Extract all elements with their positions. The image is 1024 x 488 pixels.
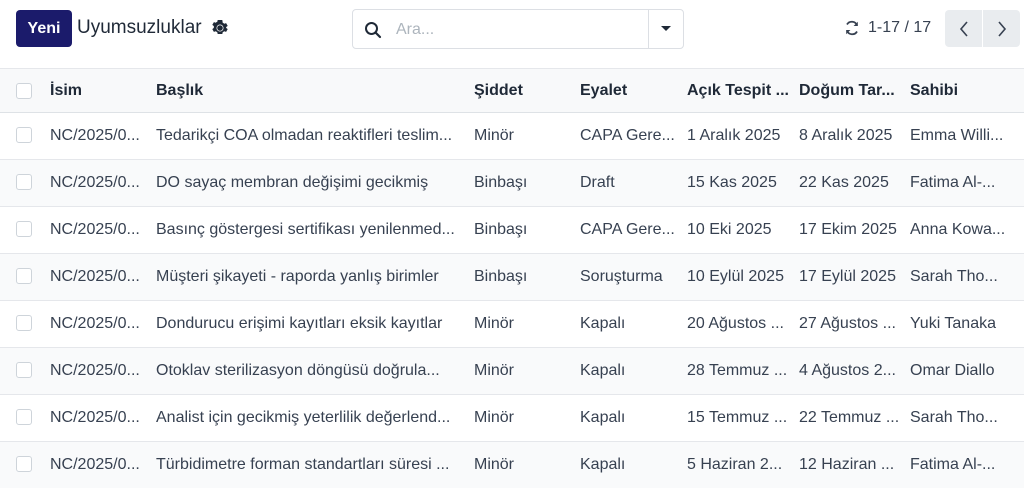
cell-due-date: 17 Eylül 2025 bbox=[799, 268, 896, 285]
row-checkbox[interactable] bbox=[16, 315, 32, 331]
pager-next-button[interactable] bbox=[983, 10, 1020, 47]
cell-owner: Sarah Tho... bbox=[910, 268, 998, 285]
cell-due-date: 8 Aralık 2025 bbox=[799, 127, 893, 144]
cell-name: NC/2025/0... bbox=[50, 221, 140, 238]
cell-title: Basınç göstergesi sertifikası yenilenmed… bbox=[156, 221, 455, 238]
cell-open-date: 28 Temmuz ... bbox=[687, 362, 788, 379]
cell-open-date: 5 Haziran 2... bbox=[687, 456, 783, 473]
row-checkbox[interactable] bbox=[16, 127, 32, 143]
cell-owner: Emma Willi... bbox=[910, 127, 1004, 144]
cell-state: CAPA Gere... bbox=[580, 221, 675, 238]
row-checkbox[interactable] bbox=[16, 268, 32, 284]
search-options-toggle[interactable] bbox=[648, 10, 683, 48]
table-row[interactable]: NC/2025/0... Türbidimetre forman standar… bbox=[0, 442, 1024, 488]
cell-state: Kapalı bbox=[580, 456, 626, 473]
column-header-name[interactable]: İsim bbox=[50, 82, 82, 100]
search-icon bbox=[364, 21, 382, 39]
refresh-icon[interactable] bbox=[844, 20, 860, 36]
pager-value[interactable]: 1-17 / 17 bbox=[868, 19, 931, 37]
cell-title: Dondurucu erişimi kayıtları eksik kayıtl… bbox=[156, 315, 443, 332]
table-row[interactable]: NC/2025/0... Otoklav sterilizasyon döngü… bbox=[0, 348, 1024, 395]
cell-state: Kapalı bbox=[580, 362, 626, 379]
cell-title: Otoklav sterilizasyon döngüsü doğrula... bbox=[156, 362, 440, 379]
cell-title: DO sayaç membran değişimi gecikmiş bbox=[156, 174, 429, 191]
cell-open-date: 10 Eylül 2025 bbox=[687, 268, 784, 285]
cell-name: NC/2025/0... bbox=[50, 409, 140, 426]
cell-name: NC/2025/0... bbox=[50, 456, 140, 473]
cell-owner: Fatima Al-... bbox=[910, 456, 996, 473]
table-row[interactable]: NC/2025/0... Analist için gecikmiş yeter… bbox=[0, 395, 1024, 442]
page-title: Uyumsuzluklar bbox=[77, 17, 202, 38]
column-header-owner[interactable]: Sahibi bbox=[910, 82, 958, 100]
cell-severity: Binbaşı bbox=[474, 174, 528, 191]
table-row[interactable]: NC/2025/0... Müşteri şikayeti - raporda … bbox=[0, 254, 1024, 301]
search-bar[interactable]: Ara... bbox=[352, 9, 684, 49]
cell-due-date: 22 Temmuz ... bbox=[799, 409, 900, 426]
cell-owner: Sarah Tho... bbox=[910, 409, 998, 426]
cell-name: NC/2025/0... bbox=[50, 127, 140, 144]
gear-icon[interactable] bbox=[212, 20, 228, 36]
cell-severity: Minör bbox=[474, 315, 515, 332]
search-input[interactable]: Ara... bbox=[396, 21, 434, 39]
column-header-severity[interactable]: Şiddet bbox=[474, 82, 523, 100]
cell-name: NC/2025/0... bbox=[50, 362, 140, 379]
control-panel: Yeni Uyumsuzluklar Ara... 1-17 / 17 bbox=[0, 0, 1024, 68]
cell-name: NC/2025/0... bbox=[50, 315, 140, 332]
new-button[interactable]: Yeni bbox=[16, 10, 72, 47]
cell-due-date: 4 Ağustos 2... bbox=[799, 362, 896, 379]
cell-severity: Minör bbox=[474, 456, 515, 473]
cell-severity: Minör bbox=[474, 127, 515, 144]
cell-title: Analist için gecikmiş yeterlilik değerle… bbox=[156, 409, 451, 426]
table-row[interactable]: NC/2025/0... Dondurucu erişimi kayıtları… bbox=[0, 301, 1024, 348]
cell-due-date: 22 Kas 2025 bbox=[799, 174, 889, 191]
cell-open-date: 15 Kas 2025 bbox=[687, 174, 777, 191]
cell-name: NC/2025/0... bbox=[50, 174, 140, 191]
select-all-checkbox[interactable] bbox=[16, 83, 32, 99]
column-header-open-date[interactable]: Açık Tespit ... bbox=[687, 82, 789, 100]
cell-open-date: 10 Eki 2025 bbox=[687, 221, 772, 238]
cell-due-date: 17 Ekim 2025 bbox=[799, 221, 897, 238]
row-checkbox[interactable] bbox=[16, 456, 32, 472]
cell-state: Draft bbox=[580, 174, 615, 191]
cell-owner: Yuki Tanaka bbox=[910, 315, 996, 332]
cell-state: CAPA Gere... bbox=[580, 127, 675, 144]
cell-owner: Omar Diallo bbox=[910, 362, 995, 379]
cell-severity: Binbaşı bbox=[474, 221, 528, 238]
cell-severity: Minör bbox=[474, 409, 515, 426]
caret-down-icon bbox=[661, 26, 671, 31]
table-row[interactable]: NC/2025/0... Tedarikçi COA olmadan reakt… bbox=[0, 113, 1024, 160]
cell-title: Tedarikçi COA olmadan reaktifleri teslim… bbox=[156, 127, 453, 144]
table-header: İsim Başlık Şiddet Eyalet Açık Tespit ..… bbox=[0, 68, 1024, 113]
pager-previous-button[interactable] bbox=[945, 10, 982, 47]
cell-state: Soruşturma bbox=[580, 268, 663, 285]
column-header-due-date[interactable]: Doğum Tar... bbox=[799, 82, 895, 100]
table-row[interactable]: NC/2025/0... Basınç göstergesi sertifika… bbox=[0, 207, 1024, 254]
chevron-right-icon bbox=[997, 20, 1006, 37]
column-header-state[interactable]: Eyalet bbox=[580, 82, 627, 100]
cell-state: Kapalı bbox=[580, 315, 626, 332]
cell-state: Kapalı bbox=[580, 409, 626, 426]
cell-owner: Fatima Al-... bbox=[910, 174, 996, 191]
row-checkbox[interactable] bbox=[16, 409, 32, 425]
cell-due-date: 12 Haziran ... bbox=[799, 456, 895, 473]
cell-open-date: 1 Aralık 2025 bbox=[687, 127, 781, 144]
row-checkbox[interactable] bbox=[16, 221, 32, 237]
cell-open-date: 20 Ağustos ... bbox=[687, 315, 784, 332]
cell-severity: Binbaşı bbox=[474, 268, 528, 285]
chevron-left-icon bbox=[959, 20, 968, 37]
cell-severity: Minör bbox=[474, 362, 515, 379]
cell-owner: Anna Kowa... bbox=[910, 221, 1006, 238]
row-checkbox[interactable] bbox=[16, 362, 32, 378]
cell-open-date: 15 Temmuz ... bbox=[687, 409, 788, 426]
table-row[interactable]: NC/2025/0... DO sayaç membran değişimi g… bbox=[0, 160, 1024, 207]
column-header-title[interactable]: Başlık bbox=[156, 82, 203, 100]
cell-name: NC/2025/0... bbox=[50, 268, 140, 285]
cell-title: Müşteri şikayeti - raporda yanlış biriml… bbox=[156, 268, 439, 285]
cell-title: Türbidimetre forman standartları süresi … bbox=[156, 456, 450, 473]
row-checkbox[interactable] bbox=[16, 174, 32, 190]
cell-due-date: 27 Ağustos ... bbox=[799, 315, 896, 332]
